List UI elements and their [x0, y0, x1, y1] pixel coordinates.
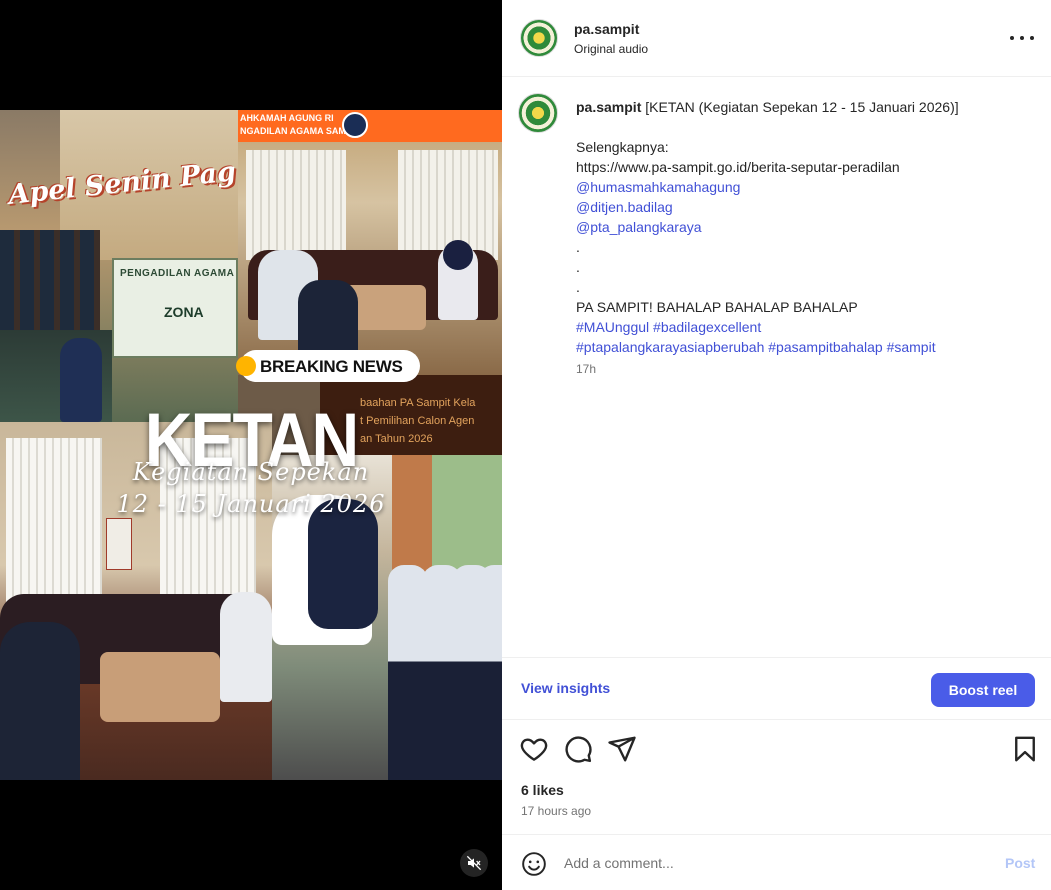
post-time: 17 hours ago [521, 804, 592, 818]
caption-username[interactable]: pa.sampit [576, 99, 641, 115]
bookmark-icon[interactable] [1010, 734, 1040, 764]
mention-link[interactable]: @ditjen.badilag [576, 197, 1036, 217]
more-dot-icon [1020, 36, 1024, 40]
photo-meeting-room: AHKAMAH AGUNG RI NGADILAN AGAMA SAMPIT [238, 110, 502, 375]
more-dot-icon [1010, 36, 1014, 40]
caption-line [576, 117, 1036, 137]
person-head [443, 240, 473, 270]
reel-video[interactable]: PENGADILAN AGAMA ZONA Apel Senin Pag AHK… [0, 0, 502, 890]
boost-reel-button[interactable]: Boost reel [931, 673, 1035, 707]
caption-line: . [576, 239, 580, 255]
share-icon[interactable] [607, 734, 637, 764]
post-header: pa.sampit Original audio [502, 0, 1051, 77]
kegiatan-subtitle: Kegiatan Sepekan [132, 458, 370, 486]
avatar[interactable] [520, 19, 558, 57]
caption-first-line: pa.sampit [KETAN (Kegiatan Sepekan 12 - … [576, 97, 1036, 117]
emoji-icon[interactable] [521, 851, 547, 877]
video-frame: PENGADILAN AGAMA ZONA Apel Senin Pag AHK… [0, 110, 502, 780]
window-blind [246, 150, 346, 260]
caption-section: pa.sampit [KETAN (Kegiatan Sepekan 12 - … [502, 77, 1051, 657]
caption-timestamp[interactable]: 17h [576, 362, 596, 376]
hashtag-link[interactable]: #MAUnggul #badilagexcellent [576, 317, 1036, 337]
action-bar [502, 730, 1051, 770]
court-logo-icon [342, 112, 368, 138]
sign-zona-text: ZONA [164, 304, 204, 320]
avatar[interactable] [518, 93, 558, 133]
caption-line: PA SAMPIT! BAHALAP BAHALAP BAHALAP [576, 299, 858, 315]
more-options-button[interactable] [1010, 28, 1034, 48]
person [220, 592, 272, 702]
orange-banner: AHKAMAH AGUNG RI NGADILAN AGAMA SAMPIT [238, 110, 502, 142]
banner-text-1: AHKAMAH AGUNG RI [240, 113, 334, 123]
sign-text: PENGADILAN AGAMA [120, 268, 235, 279]
speaker-muted-icon [466, 855, 482, 871]
more-dot-icon [1030, 36, 1034, 40]
person [478, 565, 502, 780]
comment-icon[interactable] [563, 734, 593, 764]
mute-button[interactable] [460, 849, 488, 877]
breaking-news-badge: BREAKING NEWS [236, 350, 420, 382]
breaking-news-text: BREAKING NEWS [260, 357, 403, 376]
coffee-table [100, 652, 220, 722]
likes-count[interactable]: 6 likes [521, 782, 564, 798]
person [0, 622, 80, 780]
title-overlay: KETAN Kegiatan Sepekan 12 - 15 Januari 2… [0, 396, 502, 526]
caption-lines: pa.sampit [KETAN (Kegiatan Sepekan 12 - … [576, 97, 1036, 357]
hashtag-link[interactable]: #ptapalangkarayasiapberubah #pasampitbah… [576, 337, 1036, 357]
caption-text: pa.sampit [KETAN (Kegiatan Sepekan 12 - … [576, 97, 1036, 357]
audio-label[interactable]: Original audio [574, 42, 648, 56]
heart-icon[interactable] [519, 734, 549, 764]
mention-link[interactable]: @humasmahkamahagung [576, 177, 1036, 197]
post-details-panel: pa.sampit Original audio pa.sampit [KETA… [502, 0, 1051, 890]
mention-link[interactable]: @pta_palangkaraya [576, 217, 1036, 237]
people-group [0, 230, 100, 330]
caption-url: https://www.pa-sampit.go.id/berita-seput… [576, 159, 900, 175]
view-insights-link[interactable]: View insights [521, 680, 610, 696]
header-username[interactable]: pa.sampit [574, 21, 639, 37]
caption-line: . [576, 259, 580, 275]
date-range: 12 - 15 Januari 2026 [116, 490, 386, 518]
photo-apel: PENGADILAN AGAMA ZONA Apel Senin Pag [0, 110, 238, 422]
comment-bar: Post [502, 834, 1051, 890]
caption-line: . [576, 279, 580, 295]
badge-dot-icon [236, 356, 256, 376]
post-comment-button[interactable]: Post [1005, 855, 1035, 871]
caption-line: Selengkapnya: [576, 139, 669, 155]
insights-bar: View insights Boost reel [502, 657, 1051, 720]
court-sign: PENGADILAN AGAMA ZONA [112, 258, 238, 358]
comment-input[interactable] [564, 849, 964, 877]
caption-title: [KETAN (Kegiatan Sepekan 12 - 15 Januari… [645, 99, 959, 115]
